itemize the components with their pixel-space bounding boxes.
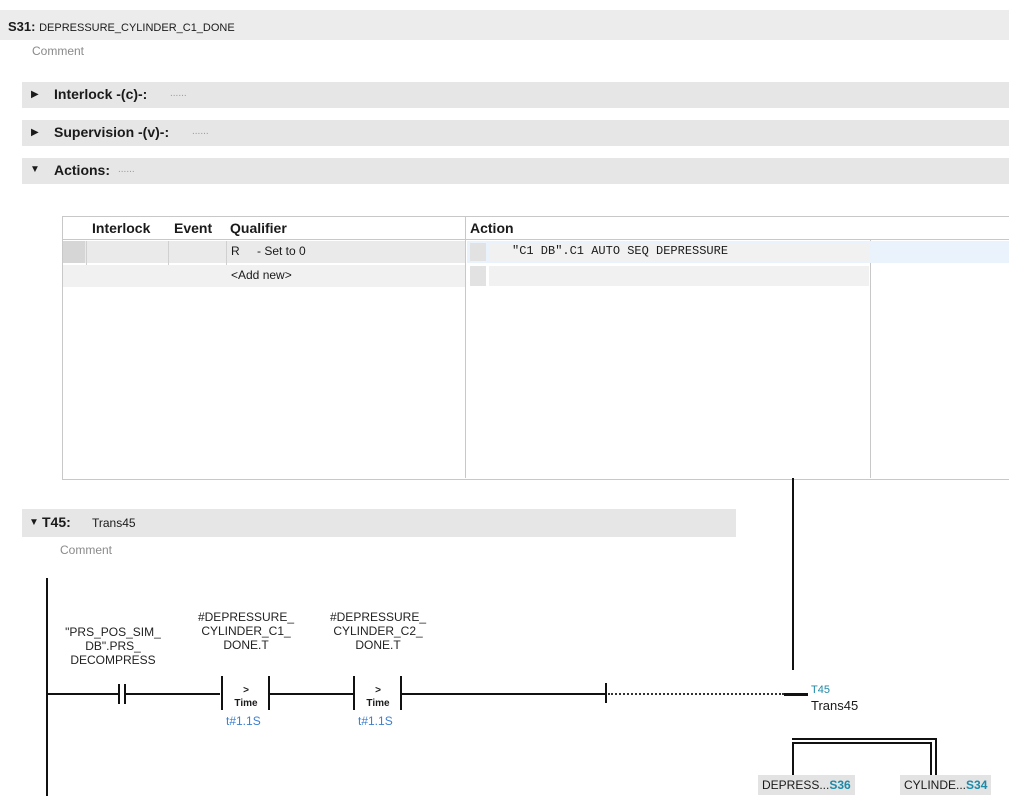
rung-end-bar: [605, 683, 607, 703]
contact-label-line: DB".PRS_: [85, 639, 141, 653]
compare-label-line: DONE.T: [355, 638, 401, 652]
compare-label-line: CYLINDER_C1_: [201, 624, 291, 638]
actions-section[interactable]: ▼ Actions: ......: [22, 158, 1009, 184]
contact-right-bar[interactable]: [124, 684, 126, 704]
target-step-box[interactable]: CYLINDE...S34: [900, 775, 992, 795]
compare-left-bar[interactable]: [221, 676, 223, 710]
qualifier-desc[interactable]: - Set to 0: [257, 244, 306, 258]
interlock-dots: ......: [170, 88, 187, 99]
contact-label-line: DECOMPRESS: [70, 653, 156, 667]
expand-down-icon[interactable]: ▼: [29, 517, 39, 528]
sfc-link-line: [792, 478, 794, 670]
interlock-section[interactable]: ▶ Interlock -(c)-: ......: [22, 82, 1009, 108]
rung-wire: [270, 693, 354, 695]
supervision-section[interactable]: ▶ Supervision -(v)-: ......: [22, 120, 1009, 146]
rung-wire: [47, 693, 119, 695]
compare-left-bar[interactable]: [353, 676, 355, 710]
actions-dots: ......: [118, 164, 135, 175]
transition-id: T45:: [42, 514, 71, 530]
compare-label-line: CYLINDER_C2_: [333, 624, 423, 638]
target-step-name: DEPRESS...: [762, 778, 830, 792]
interlock-label: Interlock -(c)-:: [54, 86, 148, 102]
expand-right-icon[interactable]: ▶: [31, 89, 39, 100]
step-id: S31:: [8, 19, 36, 34]
target-step-id: S34: [966, 778, 988, 792]
branch-line: [792, 742, 932, 744]
branch-drop: [792, 742, 794, 775]
row-selector[interactable]: [63, 241, 85, 263]
action-row-selector[interactable]: [470, 266, 486, 286]
expand-right-icon[interactable]: ▶: [31, 127, 39, 138]
compare-right-bar[interactable]: [400, 676, 402, 710]
qualifier-code[interactable]: R: [231, 244, 240, 258]
branch-line: [792, 738, 937, 740]
table-header-divider: [63, 239, 1009, 240]
col-header-qualifier[interactable]: Qualifier: [230, 220, 287, 236]
compare-right-bar[interactable]: [268, 676, 270, 710]
coil-wire: [784, 693, 808, 696]
add-new-row[interactable]: <Add new>: [231, 268, 292, 282]
actions-label: Actions:: [54, 162, 110, 178]
compare-type: Time: [234, 698, 258, 709]
step-title[interactable]: S31: DEPRESSURE_CYLINDER_C1_DONE: [8, 19, 235, 34]
rung-wire: [124, 693, 220, 695]
transition-coil-id[interactable]: T45: [811, 684, 830, 696]
target-step-box[interactable]: DEPRESS...S36: [758, 775, 855, 795]
target-step-name: CYLINDE...: [904, 778, 967, 792]
step-name: DEPRESSURE_CYLINDER_C1_DONE: [39, 22, 235, 34]
dotted-connection: [608, 693, 784, 695]
compare-label-line: DONE.T: [223, 638, 269, 652]
col-header-event[interactable]: Event: [174, 220, 212, 236]
compare-label-line: #DEPRESSURE_: [329, 610, 427, 624]
action-cell[interactable]: [489, 266, 869, 286]
compare-label[interactable]: #DEPRESSURE_ CYLINDER_C2_ DONE.T: [318, 610, 438, 652]
branch-drop: [930, 742, 932, 775]
transition-name: Trans45: [92, 516, 136, 530]
supervision-label: Supervision -(v)-:: [54, 124, 170, 140]
expand-down-icon[interactable]: ▼: [30, 164, 40, 175]
col-header-action[interactable]: Action: [470, 220, 514, 236]
action-row-selector[interactable]: [470, 243, 486, 261]
transition-coil-name[interactable]: Trans45: [811, 698, 858, 713]
transition-comment[interactable]: Comment: [60, 543, 112, 557]
contact-label-line: "PRS_POS_SIM_: [65, 625, 161, 639]
target-step-id: S36: [829, 778, 851, 792]
rung-wire: [402, 693, 606, 695]
col-header-interlock[interactable]: Interlock: [92, 220, 150, 236]
table-col-divider: [465, 217, 466, 478]
compare-type: Time: [366, 698, 390, 709]
step-comment[interactable]: Comment: [32, 44, 84, 58]
table-col-divider: [870, 240, 871, 478]
compare-operator: >: [243, 685, 249, 696]
contact-left-bar[interactable]: [118, 684, 120, 704]
compare-label[interactable]: #DEPRESSURE_ CYLINDER_C1_ DONE.T: [186, 610, 306, 652]
action-text[interactable]: "C1 DB".C1 AUTO SEQ DEPRESSURE: [512, 244, 728, 258]
compare-label-line: #DEPRESSURE_: [197, 610, 295, 624]
compare-operator: >: [375, 685, 381, 696]
power-rail: [46, 578, 48, 796]
compare-value[interactable]: t#1.1S: [358, 714, 393, 728]
contact-label[interactable]: "PRS_POS_SIM_ DB".PRS_ DECOMPRESS: [58, 625, 168, 667]
transition-header[interactable]: ▼ T45: Trans45: [22, 509, 736, 537]
compare-value[interactable]: t#1.1S: [226, 714, 261, 728]
supervision-dots: ......: [192, 126, 209, 137]
branch-drop: [935, 738, 937, 775]
